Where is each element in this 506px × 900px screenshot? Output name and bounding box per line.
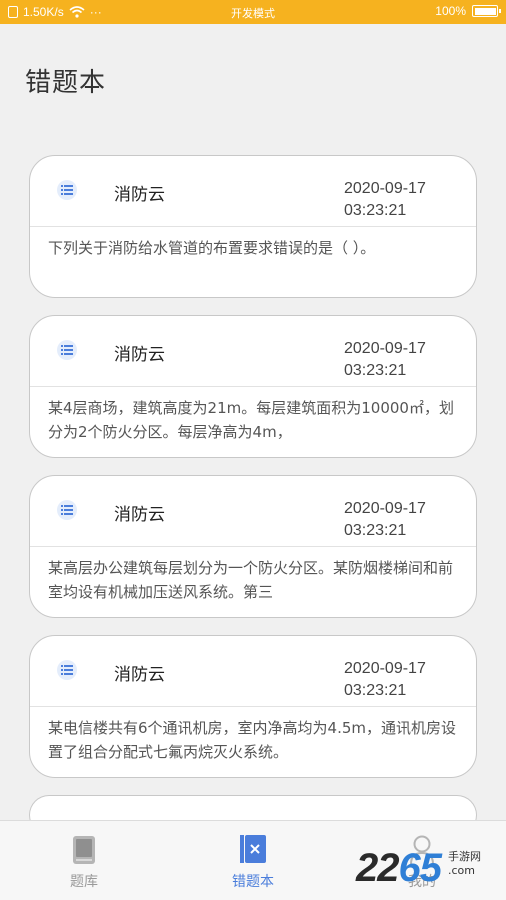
- card-divider: [30, 546, 476, 547]
- question-text: 下列关于消防给水管道的布置要求错误的是（ ）。: [48, 239, 376, 257]
- card-divider: [30, 386, 476, 387]
- nav-label: 题库: [70, 874, 98, 890]
- nav-label: 错题本: [232, 874, 274, 890]
- card-date: 2020-09-17: [344, 500, 426, 517]
- battery-icon: [472, 5, 501, 17]
- card-time: 03:23:21: [344, 362, 407, 379]
- card-source: 消防云: [114, 505, 165, 525]
- card-date: 2020-09-17: [344, 340, 426, 357]
- list-icon: [57, 180, 77, 200]
- card-header: 消防云 2020-09-17 03:23:21: [30, 476, 476, 546]
- nav-item-wrong-book[interactable]: 错题本: [193, 821, 313, 900]
- card-timestamp: 2020-09-17 03:23:21: [344, 658, 454, 702]
- nav-label: 我的: [408, 874, 436, 890]
- question-text: 某高层办公建筑每层划分为一个防火分区。某防烟楼梯间和前室均设有机械加压送风系统。…: [48, 559, 454, 601]
- wrong-book-icon: [240, 835, 266, 863]
- card-time: 03:23:21: [344, 202, 407, 219]
- card-header: 消防云 2020-09-17 03:23:21: [30, 316, 476, 386]
- developer-mode-label: 开发模式: [231, 8, 275, 20]
- question-card[interactable]: 消防云 2020-09-17 03:23:21 下列关于消防给水管道的布置要求错…: [29, 155, 477, 298]
- question-card[interactable]: 消防云 2020-09-17 03:23:21 某高层办公建筑每层划分为一个防火…: [29, 475, 477, 618]
- list-icon: [57, 500, 77, 520]
- card-timestamp: 2020-09-17 03:23:21: [344, 498, 454, 542]
- card-header: 消防云 2020-09-17 03:23:21: [30, 636, 476, 706]
- list-icon: [57, 340, 77, 360]
- card-source: 消防云: [114, 665, 165, 685]
- card-date: 2020-09-17: [344, 660, 426, 677]
- question-text: 某电信楼共有6个通讯机房，室内净高均为4.5m，通讯机房设置了组合分配式七氟丙烷…: [48, 719, 457, 761]
- bottom-nav: 题库 错题本 我的: [0, 820, 506, 900]
- card-time: 03:23:21: [344, 682, 407, 699]
- nav-item-mine[interactable]: 我的: [362, 821, 482, 900]
- status-bar: 1.50K/s ··· 开发模式 100%: [0, 0, 506, 24]
- user-icon: [410, 835, 434, 865]
- card-time: 03:23:21: [344, 522, 407, 539]
- card-date: 2020-09-17: [344, 180, 426, 197]
- battery-percent: 100%: [435, 4, 466, 18]
- card-source: 消防云: [114, 185, 165, 205]
- page-title: 错题本: [25, 68, 107, 98]
- question-card[interactable]: 消防云 2020-09-17 03:23:21 某电信楼共有6个通讯机房，室内净…: [29, 635, 477, 778]
- card-timestamp: 2020-09-17 03:23:21: [344, 178, 454, 222]
- card-divider: [30, 706, 476, 707]
- card-timestamp: 2020-09-17 03:23:21: [344, 338, 454, 382]
- question-text: 某4层商场，建筑高度为21m。每层建筑面积为10000㎡，划分为2个防火分区。每…: [48, 399, 454, 441]
- nav-item-question-bank[interactable]: 题库: [24, 821, 144, 900]
- card-source: 消防云: [114, 345, 165, 365]
- book-icon: [73, 836, 95, 864]
- list-icon: [57, 660, 77, 680]
- status-right: 100%: [435, 4, 501, 18]
- card-divider: [30, 226, 476, 227]
- card-header: 消防云 2020-09-17 03:23:21: [30, 156, 476, 226]
- question-card[interactable]: 消防云 2020-09-17 03:23:21 某4层商场，建筑高度为21m。每…: [29, 315, 477, 458]
